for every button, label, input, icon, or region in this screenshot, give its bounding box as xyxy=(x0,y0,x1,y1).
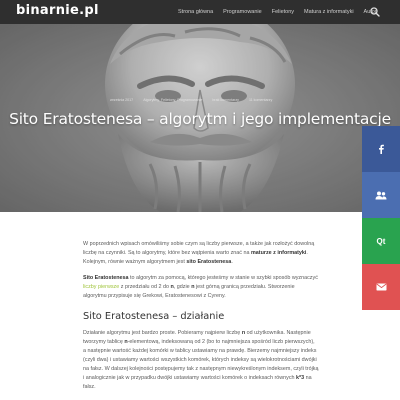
section-heading: Sito Eratostenesa – działanie xyxy=(83,310,225,322)
search-icon[interactable] xyxy=(370,7,380,17)
paragraph-algorithm: Działanie algorytmu jest bardzo proste. … xyxy=(83,329,319,391)
post-date: września 2017 xyxy=(110,98,134,102)
hero-banner: września 2017 Algorytmy, Felietony, Prog… xyxy=(0,24,400,212)
email-icon xyxy=(376,283,386,291)
site-logo[interactable]: binarnie.pl xyxy=(16,3,99,18)
top-navigation-bar: binarnie.pl Strona główna Programowanie … xyxy=(0,0,400,24)
post-title: Sito Eratostenesa – algorytm i jego impl… xyxy=(9,110,391,128)
gg-label: Qt xyxy=(376,236,386,246)
nav-item-programming[interactable]: Programowanie xyxy=(223,9,262,15)
paragraph-definition: Sito Eratostenesa to algorytm za pomocą,… xyxy=(83,275,318,300)
facebook-share-button[interactable] xyxy=(362,126,400,172)
facebook-icon xyxy=(379,144,384,154)
email-share-button[interactable] xyxy=(362,264,400,310)
social-share-bar: Qt xyxy=(362,126,400,310)
nk-share-button[interactable] xyxy=(362,172,400,218)
nav-item-columns[interactable]: Felietony xyxy=(272,9,294,15)
people-icon xyxy=(375,191,387,199)
gg-share-button[interactable]: Qt xyxy=(362,218,400,264)
nav-item-home[interactable]: Strona główna xyxy=(178,9,213,15)
post-categories[interactable]: Algorytmy, Felietony, Programowanie xyxy=(143,98,202,102)
nav-item-matura[interactable]: Matura z informatyki xyxy=(304,9,354,15)
paragraph-intro: W poprzednich wpisach omówiliśmy sobie c… xyxy=(83,241,315,266)
post-comments-count[interactable]: 11 komentarzy xyxy=(249,98,272,102)
main-menu: Strona główna Programowanie Felietony Ma… xyxy=(178,0,377,24)
bold-sito: sito Eratostenesa xyxy=(186,259,232,266)
link-prime-numbers[interactable]: liczby pierwsze xyxy=(83,284,119,290)
bold-matura: maturze z informatyki xyxy=(251,250,307,257)
post-comments-status[interactable]: brak komentarzy xyxy=(212,98,239,102)
article-body: W poprzednich wpisach omówiliśmy sobie c… xyxy=(83,240,319,399)
post-meta: września 2017 Algorytmy, Felietony, Prog… xyxy=(110,98,272,102)
